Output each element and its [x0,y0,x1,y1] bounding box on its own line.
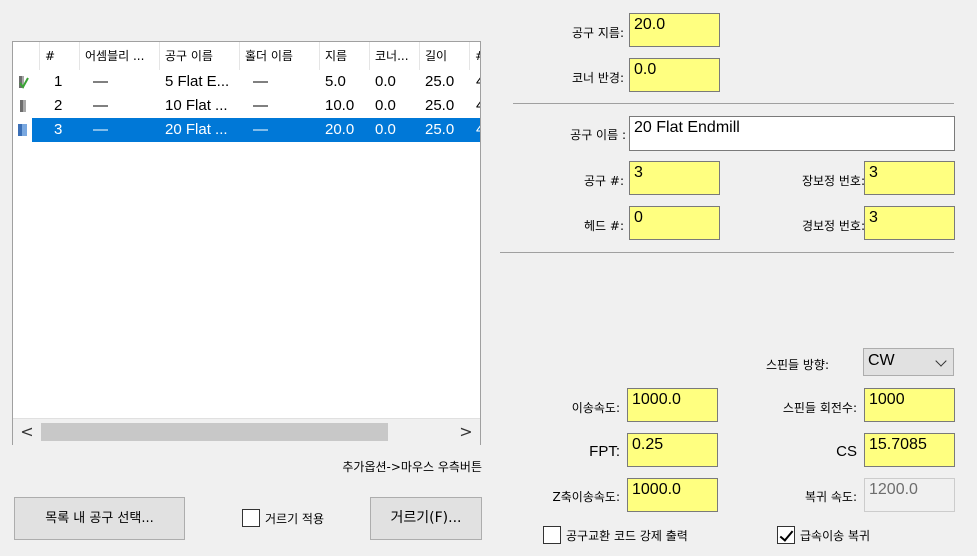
cell-flutes: 4 [476,70,480,94]
cell-diameter: 5.0 [325,73,346,90]
spindle-speed-input[interactable]: 1000 [864,388,955,422]
context-menu-hint: 추가옵션->마우스 우측버튼 [342,460,482,474]
chevron-down-icon [935,355,947,367]
column-header-holder-name[interactable]: 홀더 이름 [240,42,320,70]
corner-radius-input[interactable]: 0.0 [629,58,720,92]
cell-corner: 0.0 [375,121,396,138]
separator [500,252,954,253]
cell-holder: — [253,121,268,138]
cell-assembly: — [93,73,108,90]
tool-list[interactable]: # 어셈블리 ... 공구 이름 홀더 이름 지름 코너... 길이 # 1 —… [12,41,481,445]
spindle-direction-label: 스핀들 방향: [765,358,829,372]
cell-num: 1 [54,73,63,90]
cell-num: 3 [54,121,63,138]
cell-flutes: 4 [476,118,480,142]
spindle-direction-value: CW [868,352,895,369]
column-header-assembly[interactable]: 어셈블리 ... [80,42,160,70]
diameter-offset-label: 경보정 번호: [801,219,865,233]
spindle-direction-select[interactable]: CW [863,348,954,376]
apply-filter-label: 거르기 적용 [265,512,325,526]
select-tool-from-list-button[interactable]: 목록 내 공구 선택... [14,497,185,540]
scrollbar-thumb[interactable] [41,423,388,441]
cell-tool-name: 10 Flat ... [165,97,228,114]
column-header-icon[interactable] [13,42,40,70]
plunge-rate-label: Z축이송속도: [552,490,620,504]
cell-num: 2 [54,97,63,114]
cell-assembly: — [93,121,108,138]
tool-name-label: 공구 이름 : [570,128,626,142]
apply-filter-checkbox[interactable] [242,509,260,527]
cell-length: 25.0 [425,121,455,138]
spindle-speed-label: 스핀들 회전수: [782,401,857,415]
tool-icon [18,124,27,136]
rapid-retract-label: 급속이송 복귀 [800,529,871,543]
column-header-tool-name[interactable]: 공구 이름 [160,42,240,70]
rapid-retract-checkbox[interactable] [777,526,795,544]
plunge-rate-input[interactable]: 1000.0 [627,478,718,512]
feed-rate-input[interactable]: 1000.0 [627,388,718,422]
length-offset-input[interactable]: 3 [864,161,955,195]
length-offset-label: 장보정 번호: [801,174,865,188]
tool-list-header: # 어셈블리 ... 공구 이름 홀더 이름 지름 코너... 길이 # [13,42,480,70]
fpt-input[interactable]: 0.25 [627,433,718,467]
corner-radius-label: 코너 반경: [571,71,624,85]
feed-rate-label: 이송속도: [571,401,620,415]
cell-diameter: 20.0 [325,121,355,138]
tool-diameter-input[interactable]: 20.0 [629,13,720,47]
cs-label: CS [836,443,857,460]
cell-tool-name: 20 Flat ... [165,121,228,138]
retract-rate-input: 1200.0 [864,478,955,512]
cell-length: 25.0 [425,73,455,90]
separator [513,103,954,104]
cell-diameter: 10.0 [325,97,355,114]
column-header-corner[interactable]: 코너... [370,42,420,70]
cell-flutes: 4 [476,94,480,118]
filter-button[interactable]: 거르기(F)... [370,497,482,540]
force-tool-change-checkbox[interactable] [543,526,561,544]
tool-icon [20,100,26,112]
tool-number-label: 공구 #: [584,174,624,188]
cell-corner: 0.0 [375,97,396,114]
table-row[interactable]: 2 — 10 Flat ... — 10.0 0.0 25.0 4 [13,94,480,118]
fpt-label: FPT: [589,443,620,460]
retract-rate-label: 복귀 속도: [804,490,857,504]
cell-holder: — [253,73,268,90]
column-header-diameter[interactable]: 지름 [320,42,370,70]
table-row-selected[interactable]: 3 — 20 Flat ... — 20.0 0.0 25.0 4 [13,118,480,142]
horizontal-scrollbar[interactable]: < > [13,418,480,445]
tool-diameter-label: 공구 지름: [571,26,624,40]
tool-name-input[interactable]: 20 Flat Endmill [629,116,955,151]
tool-check-icon [19,76,29,89]
table-row[interactable]: 1 — 5 Flat E... — 5.0 0.0 25.0 4 [13,70,480,94]
column-header-num[interactable]: # [40,42,80,70]
cell-length: 25.0 [425,97,455,114]
cell-holder: — [253,97,268,114]
diameter-offset-input[interactable]: 3 [864,206,955,240]
cell-corner: 0.0 [375,73,396,90]
column-header-length[interactable]: 길이 [420,42,470,70]
column-header-flutes[interactable]: # [470,42,480,70]
tool-number-input[interactable]: 3 [629,161,720,195]
head-number-label: 헤드 #: [584,219,624,233]
cell-assembly: — [93,97,108,114]
scroll-right-icon[interactable]: > [456,422,476,442]
cs-input[interactable]: 15.7085 [864,433,955,467]
head-number-input[interactable]: 0 [629,206,720,240]
force-tool-change-label: 공구교환 코드 강제 출력 [566,529,688,543]
cell-tool-name: 5 Flat E... [165,73,230,90]
scroll-left-icon[interactable]: < [17,422,37,442]
